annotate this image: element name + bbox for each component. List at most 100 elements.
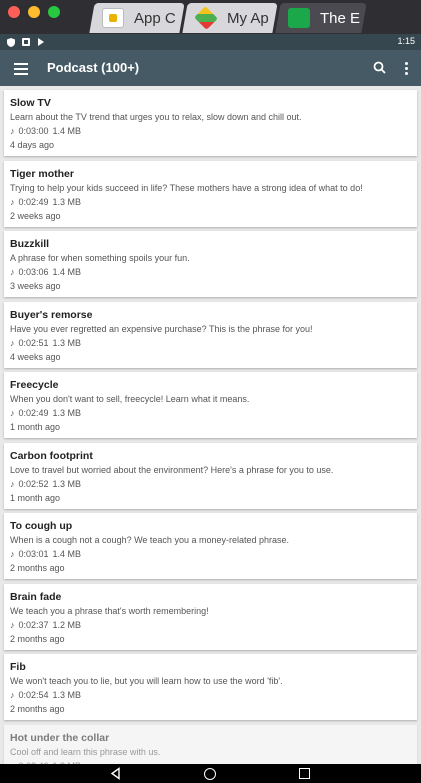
episode-description: A phrase for when something spoils your … [10, 253, 190, 263]
episode-description: Trying to help your kids succeed in life… [10, 182, 363, 193]
episode-duration: 0:02:37 [18, 619, 49, 630]
app-window: App C My Ap The E 1:15 Podcast (100+) Sl… [0, 0, 421, 783]
tab-my-apps[interactable]: My Ap [182, 3, 278, 33]
music-note-icon: ♪ [10, 478, 15, 489]
episode-description: Love to travel but worried about the env… [10, 464, 334, 475]
music-note-icon: ♪ [10, 549, 15, 559]
tab-label: The E [320, 9, 361, 27]
list-item[interactable]: To cough up When is a cough not a cough? … [4, 513, 417, 579]
music-note-icon: ♪ [10, 408, 15, 418]
music-note-icon: ♪ [10, 337, 15, 348]
episode-title: Buyer's remorse [10, 308, 93, 321]
music-note-icon: ♪ [10, 196, 15, 207]
episode-meta: ♪ 0:03:00 1.4 MB [10, 125, 411, 138]
episode-date: 2 months ago [10, 633, 65, 644]
episode-size: 1.4 MB [52, 549, 82, 559]
episode-date: 1 month ago [10, 492, 61, 503]
episode-duration: 0:03:06 [18, 267, 49, 277]
episode-title: Carbon footprint [10, 449, 93, 462]
list-item[interactable]: Buzzkill A phrase for when something spoi… [4, 231, 417, 297]
bluestacks-icon [194, 6, 218, 30]
episode-title: Buzzkill [10, 238, 50, 250]
episode-size: 1.3 MB [52, 478, 82, 489]
home-icon[interactable] [204, 768, 216, 780]
status-time: 1:15 [397, 36, 415, 46]
episode-size: 1.3 MB [52, 408, 82, 418]
episode-duration: 0:03:00 [18, 126, 49, 136]
episode-meta: ♪ 0:03:06 1.4 MB [10, 266, 411, 279]
episode-description: When is a cough not a cough? We teach yo… [10, 535, 290, 545]
android-nav-bar [0, 764, 421, 783]
tab-app-center[interactable]: App C [89, 3, 185, 33]
music-note-icon: ♪ [10, 690, 15, 700]
episode-meta: ♪ 0:02:51 1.3 MB [10, 337, 411, 350]
episode-size: 1.4 MB [52, 267, 82, 277]
episode-date: 3 weeks ago [10, 281, 61, 291]
episode-title: Slow TV [10, 97, 51, 109]
music-note-icon: ♪ [10, 267, 15, 277]
app-center-icon [102, 8, 124, 28]
notification-icon [21, 37, 31, 47]
episode-size: 1.3 MB [52, 196, 82, 207]
tab-english-app[interactable]: The E [275, 3, 367, 33]
episode-size: 1.4 MB [52, 126, 82, 136]
episode-description: Cool off and learn this phrase with us. [10, 746, 161, 757]
episode-meta: ♪ 0:02:52 1.3 MB [10, 478, 411, 491]
list-item[interactable]: Freecycle When you don't want to sell, fr… [4, 372, 417, 438]
list-item[interactable]: Brain fade We teach you a phrase that's w… [4, 583, 417, 650]
page-title: Podcast (100+) [47, 60, 140, 75]
shield-icon [6, 37, 16, 47]
list-item[interactable]: Slow TV Learn about the TV trend that urg… [4, 90, 417, 156]
minimize-window-button[interactable] [28, 6, 40, 18]
episode-description: Have you ever regretted an expensive pur… [10, 323, 313, 334]
episode-date: 4 days ago [10, 140, 55, 150]
episode-size: 1.3 MB [52, 690, 82, 700]
episode-date: 4 weeks ago [10, 351, 61, 362]
episode-date: 2 weeks ago [10, 210, 61, 221]
episode-meta: ♪ 0:02:49 1.3 MB [10, 196, 411, 209]
episode-date: 2 months ago [10, 704, 65, 714]
episode-title: Fib [10, 661, 26, 673]
episode-duration: 0:03:01 [18, 549, 49, 559]
episode-description: We teach you a phrase that's worth remem… [10, 605, 209, 616]
hamburger-menu-icon[interactable] [12, 60, 30, 76]
podcast-list[interactable]: Slow TV Learn about the TV trend that urg… [0, 86, 421, 764]
list-item[interactable]: Fib We won't teach you to lie, but you wi… [4, 654, 417, 720]
status-bar: 1:15 [0, 34, 421, 50]
episode-duration: 0:02:49 [18, 196, 49, 207]
english-app-icon [288, 8, 310, 28]
episode-title: To cough up [10, 520, 73, 532]
search-icon[interactable] [371, 59, 389, 77]
episode-title: Freecycle [10, 379, 59, 391]
maximize-window-button[interactable] [48, 6, 60, 18]
app-bar: Podcast (100+) [0, 50, 421, 86]
list-item[interactable]: Carbon footprint Love to travel but worri… [4, 442, 417, 509]
episode-size: 1.2 MB [52, 619, 82, 630]
episode-duration: 0:02:49 [18, 408, 49, 418]
episode-meta: ♪ 0:02:49 1.3 MB [10, 407, 411, 420]
episode-date: 1 month ago [10, 422, 61, 432]
music-note-icon: ♪ [10, 619, 15, 630]
list-item[interactable]: Buyer's remorse Have you ever regretted a… [4, 301, 417, 368]
close-window-button[interactable] [8, 6, 20, 18]
episode-description: Learn about the TV trend that urges you … [10, 112, 302, 122]
episode-meta: ♪ 0:03:01 1.4 MB [10, 548, 411, 561]
episode-description: When you don't want to sell, freecycle! … [10, 394, 250, 404]
tab-label: My Ap [227, 9, 269, 27]
episode-meta: ♪ 0:02:54 1.3 MB [10, 689, 411, 702]
tab-label: App C [134, 9, 176, 27]
episode-date: 2 months ago [10, 563, 65, 573]
overflow-menu-icon[interactable] [401, 59, 411, 77]
list-item[interactable]: Hot under the collar Cool off and learn t… [4, 724, 417, 764]
episode-title: Tiger mother [10, 167, 74, 180]
list-item[interactable]: Tiger mother Trying to help your kids suc… [4, 160, 417, 227]
music-note-icon: ♪ [10, 126, 15, 136]
episode-title: Brain fade [10, 590, 62, 603]
episode-duration: 0:02:51 [18, 337, 49, 348]
episode-meta: ♪ 0:02:37 1.2 MB [10, 619, 411, 632]
play-store-icon [36, 37, 46, 47]
episode-size: 1.3 MB [52, 337, 82, 348]
episode-title: Hot under the collar [10, 731, 110, 744]
recent-apps-icon[interactable] [299, 768, 310, 779]
back-icon[interactable] [109, 767, 122, 780]
